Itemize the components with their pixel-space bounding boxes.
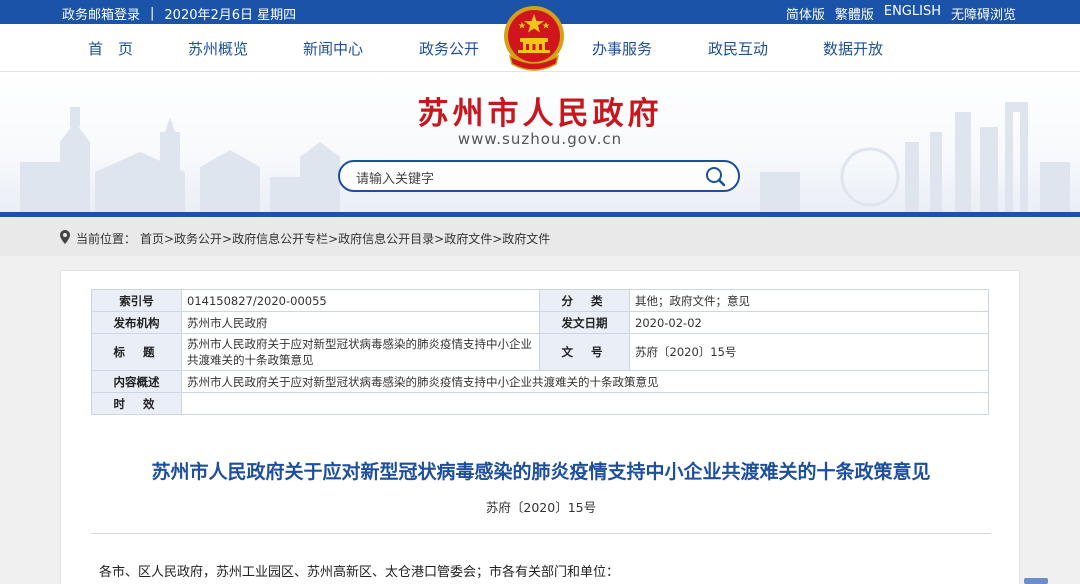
validity-value bbox=[181, 392, 989, 415]
breadcrumb-label: 当前位置： bbox=[76, 232, 137, 246]
search-icon[interactable] bbox=[704, 165, 726, 187]
site-url: www.suzhou.gov.cn bbox=[457, 130, 623, 148]
nav-item-open-data[interactable]: 数据开放 bbox=[823, 38, 883, 59]
category-value: 其他；政府文件；意见 bbox=[629, 289, 989, 312]
current-date: 2020年2月6日 星期四 bbox=[164, 8, 297, 23]
index-label: 索引号 bbox=[91, 289, 182, 312]
date-label: 发文日期 bbox=[539, 311, 630, 334]
nav-item-interaction[interactable]: 政民互动 bbox=[708, 38, 768, 59]
lang-simplified-link[interactable]: 简体版 bbox=[786, 4, 825, 23]
issuer-value: 苏州市人民政府 bbox=[181, 311, 540, 334]
banner-divider bbox=[0, 212, 1080, 217]
docno-value: 苏府〔2020〕15号 bbox=[629, 333, 989, 371]
nav-item-overview[interactable]: 苏州概览 bbox=[188, 38, 248, 59]
date-value: 2020-02-02 bbox=[629, 311, 989, 334]
scroll-to-top-button[interactable] bbox=[1024, 578, 1048, 584]
issuer-label: 发布机构 bbox=[91, 311, 182, 334]
lang-english-link[interactable]: ENGLISH bbox=[884, 4, 941, 23]
search-input[interactable]: 请输入关键字 bbox=[356, 168, 434, 187]
summary-value: 苏州市人民政府关于应对新型冠状病毒感染的肺炎疫情支持中小企业共渡难关的十条政策意… bbox=[181, 370, 989, 393]
site-banner: 苏州市人民政府 www.suzhou.gov.cn 请输入关键字 bbox=[0, 72, 1080, 214]
site-title: 苏州市人民政府 bbox=[417, 96, 663, 132]
search-box[interactable]: 请输入关键字 bbox=[338, 160, 740, 192]
nav-item-home[interactable]: 首 页 bbox=[88, 38, 133, 59]
title-label: 标题 bbox=[91, 333, 182, 371]
title-value: 苏州市人民政府关于应对新型冠状病毒感染的肺炎疫情支持中小企业共渡难关的十条政策意… bbox=[181, 333, 540, 371]
nav-item-news[interactable]: 新闻中心 bbox=[303, 38, 363, 59]
category-label: 分类 bbox=[539, 289, 630, 312]
nav-item-services[interactable]: 办事服务 bbox=[592, 38, 652, 59]
validity-label: 时效 bbox=[91, 392, 182, 415]
national-emblem-icon bbox=[504, 6, 564, 71]
mail-login-link[interactable]: 政务邮箱登录 bbox=[62, 4, 140, 23]
topbar-separator: | bbox=[150, 6, 155, 21]
nav-item-gov-affairs[interactable]: 政务公开 bbox=[419, 38, 479, 59]
accessibility-link[interactable]: 无障碍浏览 bbox=[951, 4, 1016, 23]
content-divider bbox=[91, 533, 991, 534]
breadcrumb-path[interactable]: 首页>政务公开>政府信息公开专栏>政府信息公开目录>政府文件>政府文件 bbox=[140, 230, 550, 247]
summary-label: 内容概述 bbox=[91, 370, 182, 393]
document-number: 苏府〔2020〕15号 bbox=[485, 500, 597, 515]
document-salutation: 各市、区人民政府，苏州工业园区、苏州高新区、太仓港口管委会；市各有关部门和单位： bbox=[99, 565, 620, 580]
document-title: 苏州市人民政府关于应对新型冠状病毒感染的肺炎疫情支持中小企业共渡难关的十条政策意… bbox=[151, 461, 931, 483]
docno-label: 文号 bbox=[539, 333, 630, 371]
document-meta-table: 索引号 014150827/2020-00055 分类 其他；政府文件；意见 发… bbox=[91, 289, 989, 415]
breadcrumb: 当前位置： 首页>政务公开>政府信息公开专栏>政府信息公开目录>政府文件>政府文… bbox=[0, 218, 1080, 256]
index-value: 014150827/2020-00055 bbox=[181, 289, 540, 312]
lang-traditional-link[interactable]: 繁體版 bbox=[835, 4, 874, 23]
document-panel: 索引号 014150827/2020-00055 分类 其他；政府文件；意见 发… bbox=[60, 270, 1020, 584]
location-pin-icon bbox=[60, 230, 70, 244]
